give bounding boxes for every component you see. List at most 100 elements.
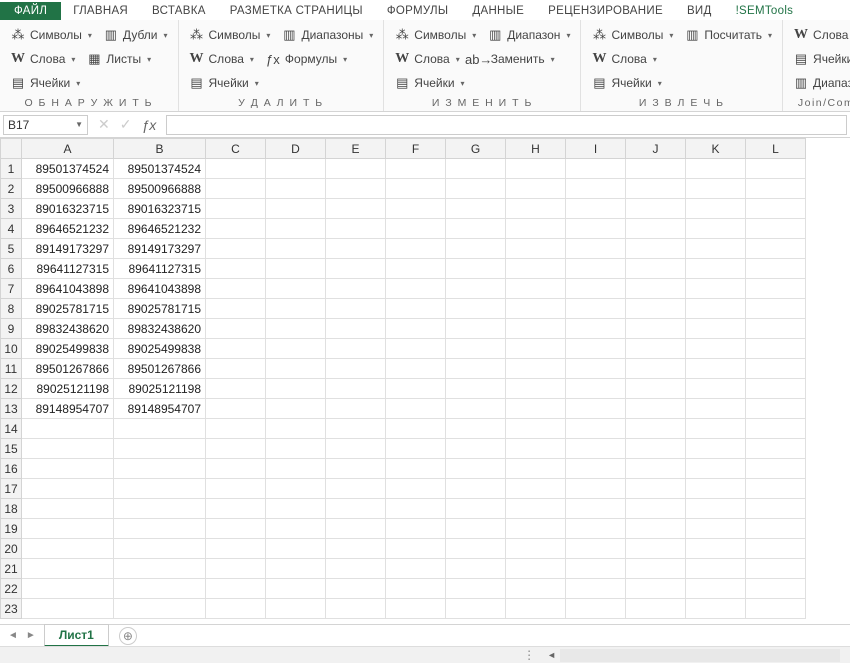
cell-J2[interactable] bbox=[626, 179, 686, 199]
ribbon-button-ячейки[interactable]: ▤Ячейки▾ bbox=[390, 72, 468, 94]
tab-вставка[interactable]: ВСТАВКА bbox=[140, 2, 218, 20]
cell-H23[interactable] bbox=[506, 599, 566, 619]
cell-G14[interactable] bbox=[446, 419, 506, 439]
cell-H3[interactable] bbox=[506, 199, 566, 219]
cell-K22[interactable] bbox=[686, 579, 746, 599]
cell-B7[interactable]: 89641043898 bbox=[114, 279, 206, 299]
row-header-13[interactable]: 13 bbox=[1, 399, 22, 419]
cell-H8[interactable] bbox=[506, 299, 566, 319]
cell-G19[interactable] bbox=[446, 519, 506, 539]
cell-B1[interactable]: 89501374524 bbox=[114, 159, 206, 179]
cell-L12[interactable] bbox=[746, 379, 806, 399]
cell-J4[interactable] bbox=[626, 219, 686, 239]
cell-K8[interactable] bbox=[686, 299, 746, 319]
cell-J20[interactable] bbox=[626, 539, 686, 559]
row-header-9[interactable]: 9 bbox=[1, 319, 22, 339]
ribbon-button-символы[interactable]: ⁂Символы▾ bbox=[587, 24, 677, 46]
cell-F12[interactable] bbox=[386, 379, 446, 399]
cell-F7[interactable] bbox=[386, 279, 446, 299]
cell-F19[interactable] bbox=[386, 519, 446, 539]
ribbon-button-символы[interactable]: ⁂Символы▾ bbox=[6, 24, 96, 46]
cell-K14[interactable] bbox=[686, 419, 746, 439]
ribbon-button-диапазоны[interactable]: ▥Диапазоны▾ bbox=[789, 72, 850, 94]
cell-G10[interactable] bbox=[446, 339, 506, 359]
cell-A17[interactable] bbox=[22, 479, 114, 499]
cell-L3[interactable] bbox=[746, 199, 806, 219]
column-header-A[interactable]: A bbox=[22, 139, 114, 159]
enter-icon[interactable]: ✓ bbox=[120, 116, 132, 133]
cell-D1[interactable] bbox=[266, 159, 326, 179]
cell-K12[interactable] bbox=[686, 379, 746, 399]
cell-L4[interactable] bbox=[746, 219, 806, 239]
cell-D17[interactable] bbox=[266, 479, 326, 499]
cell-H10[interactable] bbox=[506, 339, 566, 359]
spreadsheet-grid[interactable]: ABCDEFGHIJKL1895013745248950137452428950… bbox=[0, 138, 850, 624]
cell-H14[interactable] bbox=[506, 419, 566, 439]
cell-I4[interactable] bbox=[566, 219, 626, 239]
cell-E21[interactable] bbox=[326, 559, 386, 579]
cell-L17[interactable] bbox=[746, 479, 806, 499]
cell-F3[interactable] bbox=[386, 199, 446, 219]
cell-G13[interactable] bbox=[446, 399, 506, 419]
ribbon-button-ячейки[interactable]: ▤Ячейки▾ bbox=[587, 72, 665, 94]
cell-F6[interactable] bbox=[386, 259, 446, 279]
cell-I1[interactable] bbox=[566, 159, 626, 179]
row-header-16[interactable]: 16 bbox=[1, 459, 22, 479]
cell-J19[interactable] bbox=[626, 519, 686, 539]
cell-G12[interactable] bbox=[446, 379, 506, 399]
ribbon-button-диапазон[interactable]: ▥Диапазон▾ bbox=[483, 24, 574, 46]
cell-H22[interactable] bbox=[506, 579, 566, 599]
cell-L20[interactable] bbox=[746, 539, 806, 559]
ribbon-button-ячейки[interactable]: ▤Ячейки▾ bbox=[789, 48, 850, 70]
horizontal-scrollbar[interactable]: ⋮ ◄ bbox=[0, 646, 850, 663]
row-header-7[interactable]: 7 bbox=[1, 279, 22, 299]
cell-G1[interactable] bbox=[446, 159, 506, 179]
ribbon-button-слова[interactable]: WСлова▾ bbox=[789, 24, 850, 46]
cell-A4[interactable]: 89646521232 bbox=[22, 219, 114, 239]
row-header-20[interactable]: 20 bbox=[1, 539, 22, 559]
ribbon-button-символы[interactable]: ⁂Символы▾ bbox=[390, 24, 480, 46]
cell-J23[interactable] bbox=[626, 599, 686, 619]
cell-G17[interactable] bbox=[446, 479, 506, 499]
row-header-11[interactable]: 11 bbox=[1, 359, 22, 379]
cell-K20[interactable] bbox=[686, 539, 746, 559]
ribbon-button-слова[interactable]: WСлова▾ bbox=[587, 48, 660, 70]
sheet-next-icon[interactable]: ► bbox=[26, 630, 36, 641]
ribbon-button-слова[interactable]: WСлова▾ bbox=[390, 48, 463, 70]
cell-L8[interactable] bbox=[746, 299, 806, 319]
cell-E19[interactable] bbox=[326, 519, 386, 539]
cell-I13[interactable] bbox=[566, 399, 626, 419]
cell-D13[interactable] bbox=[266, 399, 326, 419]
cell-C21[interactable] bbox=[206, 559, 266, 579]
ribbon-button-ячейки[interactable]: ▤Ячейки▾ bbox=[185, 72, 263, 94]
cell-C9[interactable] bbox=[206, 319, 266, 339]
ribbon-button-слова[interactable]: WСлова▾ bbox=[185, 48, 258, 70]
cell-I18[interactable] bbox=[566, 499, 626, 519]
cell-A10[interactable]: 89025499838 bbox=[22, 339, 114, 359]
cell-H12[interactable] bbox=[506, 379, 566, 399]
cell-J5[interactable] bbox=[626, 239, 686, 259]
cell-B9[interactable]: 89832438620 bbox=[114, 319, 206, 339]
cell-E18[interactable] bbox=[326, 499, 386, 519]
column-header-F[interactable]: F bbox=[386, 139, 446, 159]
cell-D20[interactable] bbox=[266, 539, 326, 559]
cell-D21[interactable] bbox=[266, 559, 326, 579]
tab-формулы[interactable]: ФОРМУЛЫ bbox=[375, 2, 461, 20]
cell-K6[interactable] bbox=[686, 259, 746, 279]
cell-A18[interactable] bbox=[22, 499, 114, 519]
cell-L19[interactable] bbox=[746, 519, 806, 539]
cell-G18[interactable] bbox=[446, 499, 506, 519]
tab-file[interactable]: ФАЙЛ bbox=[0, 2, 61, 20]
cell-C3[interactable] bbox=[206, 199, 266, 219]
formula-input[interactable] bbox=[166, 115, 847, 135]
cell-A2[interactable]: 89500966888 bbox=[22, 179, 114, 199]
cell-L15[interactable] bbox=[746, 439, 806, 459]
cell-I2[interactable] bbox=[566, 179, 626, 199]
cell-B17[interactable] bbox=[114, 479, 206, 499]
cell-D23[interactable] bbox=[266, 599, 326, 619]
cell-D3[interactable] bbox=[266, 199, 326, 219]
cell-F15[interactable] bbox=[386, 439, 446, 459]
cell-I3[interactable] bbox=[566, 199, 626, 219]
cell-K17[interactable] bbox=[686, 479, 746, 499]
column-header-E[interactable]: E bbox=[326, 139, 386, 159]
